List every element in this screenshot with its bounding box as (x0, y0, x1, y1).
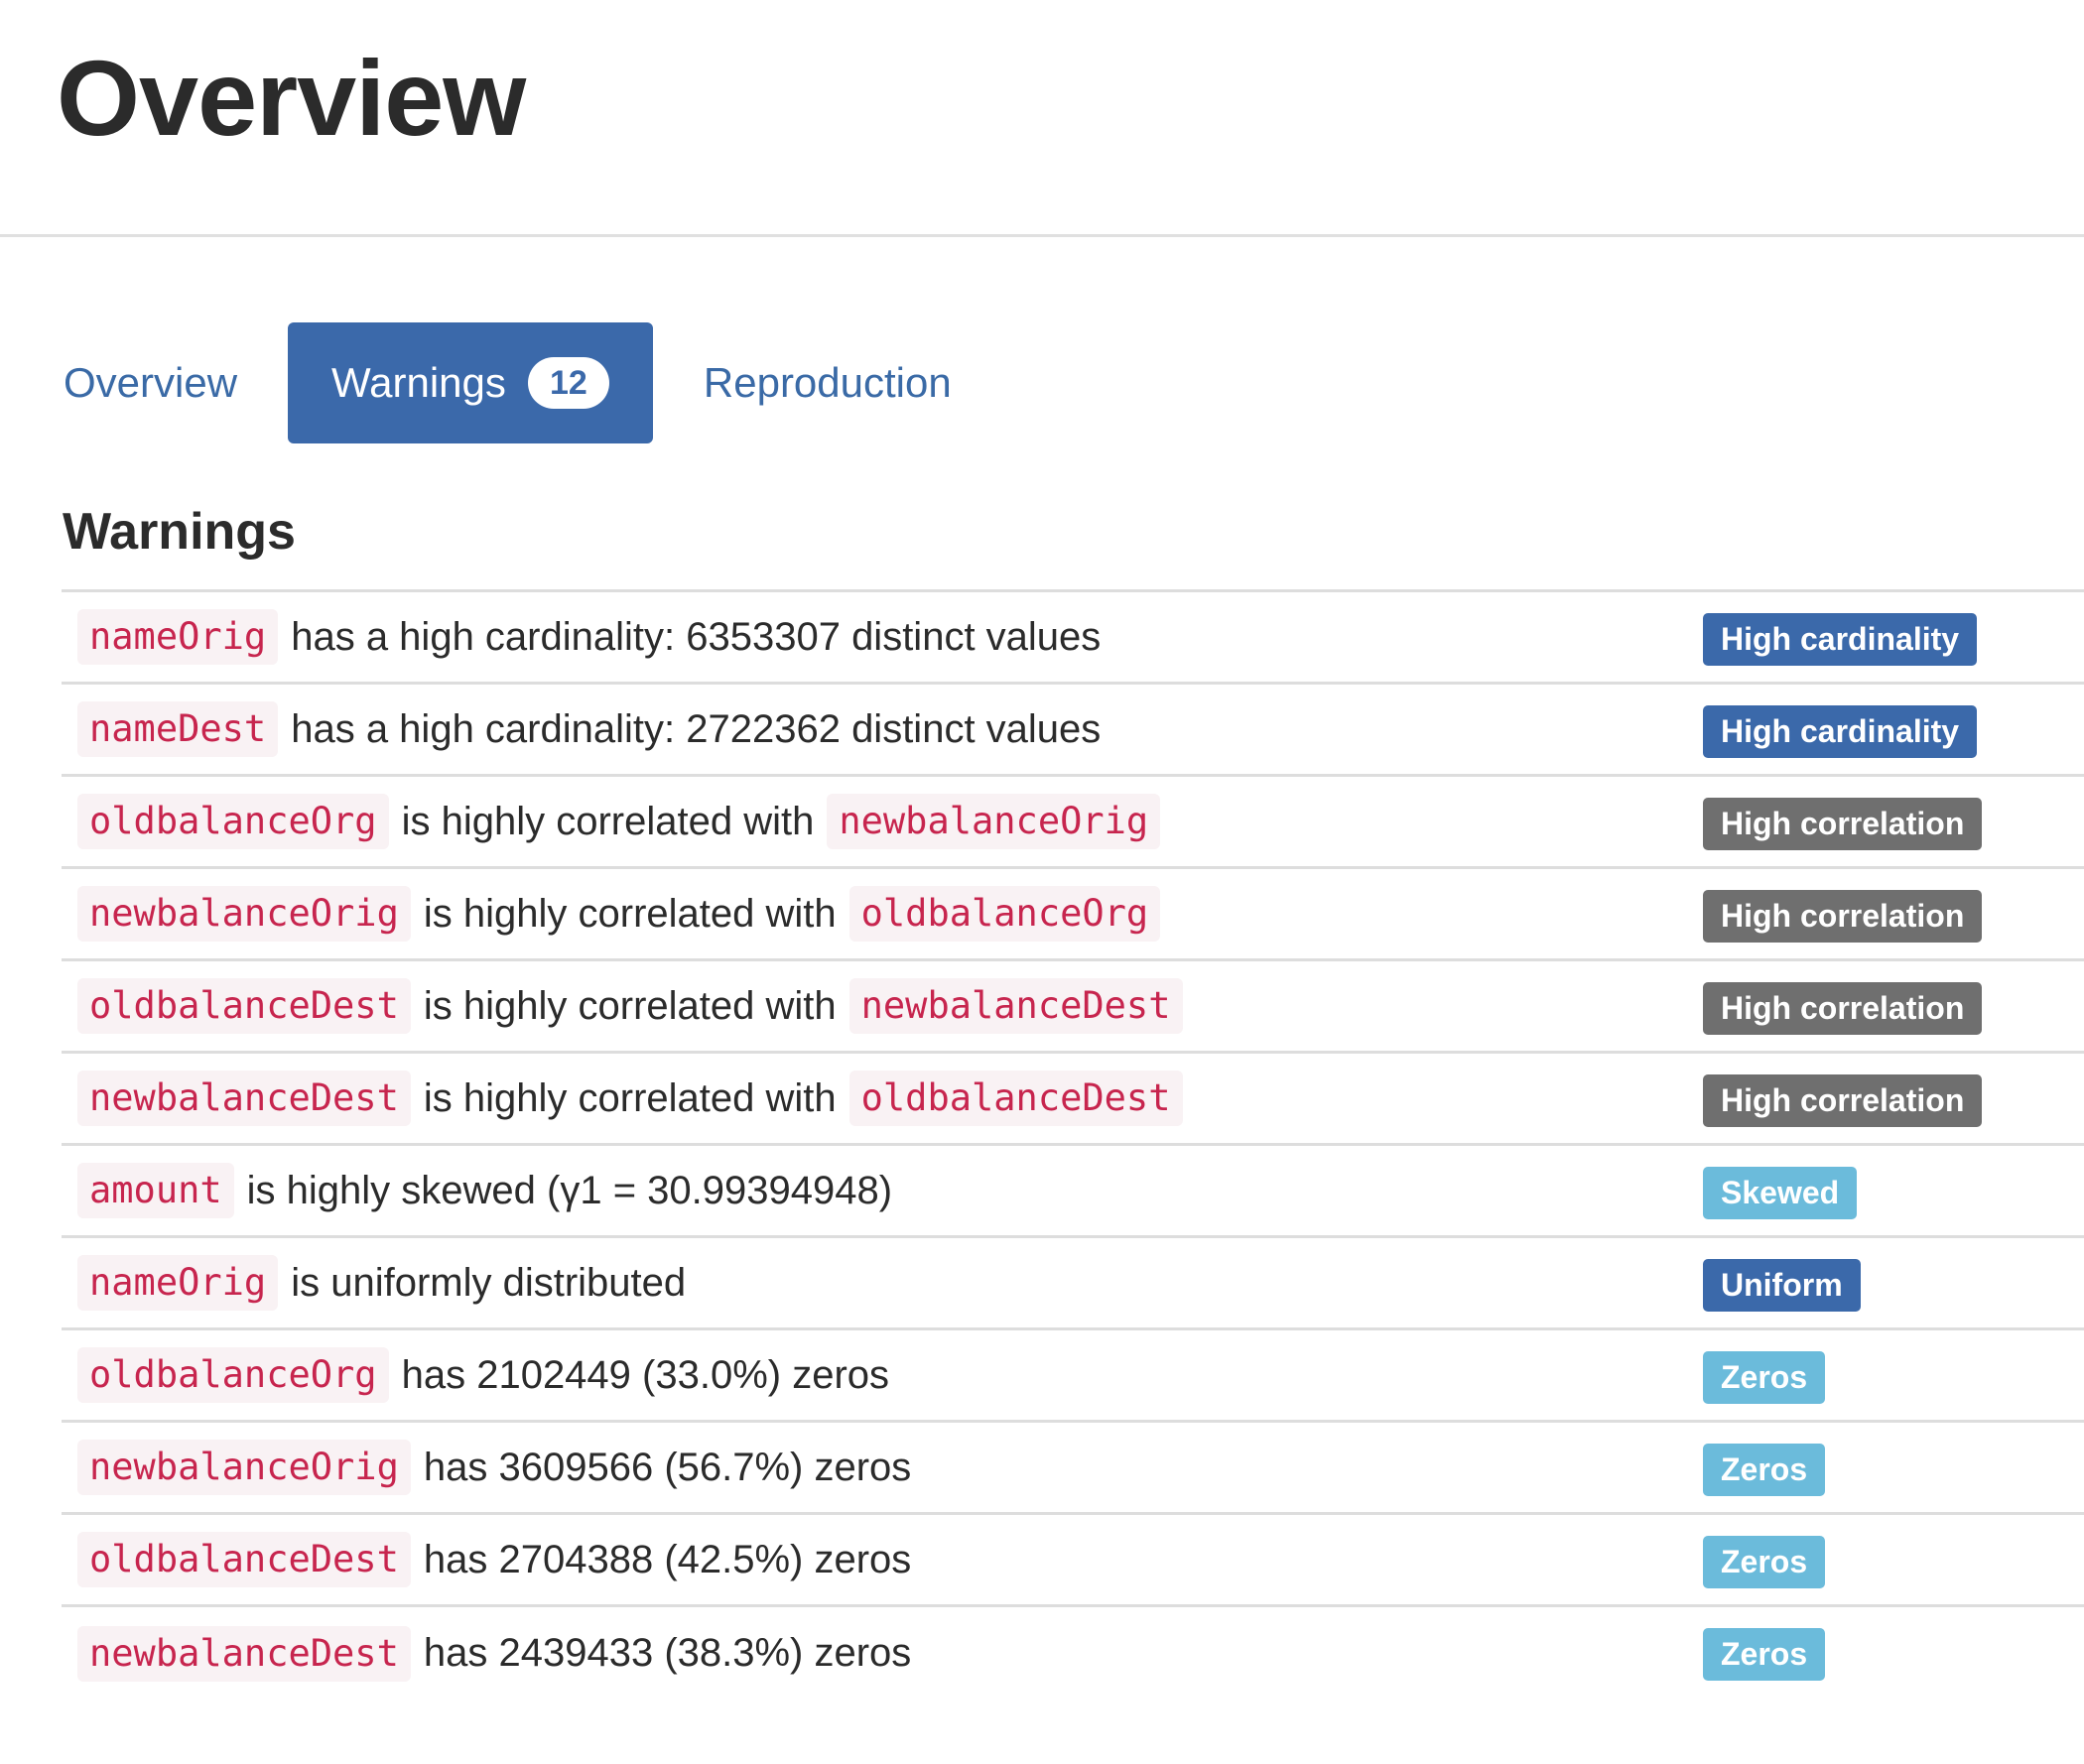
tab-overview[interactable]: Overview (37, 322, 264, 443)
warning-type-badge: Zeros (1703, 1351, 1826, 1404)
warning-type-badge: High correlation (1703, 1074, 1983, 1127)
warning-type-badge: Zeros (1703, 1536, 1826, 1588)
variable-name[interactable]: oldbalanceOrg (77, 1347, 389, 1403)
variable-name[interactable]: oldbalanceOrg (77, 794, 389, 849)
warning-type-badge: High correlation (1703, 982, 1983, 1035)
tab-reproduction-label: Reproduction (703, 359, 952, 406)
warning-row: oldbalanceDest is highly correlated with… (62, 961, 2084, 1054)
warning-row: amount is highly skewed (γ1 = 30.9939494… (62, 1146, 2084, 1238)
warning-type-badge: High cardinality (1703, 613, 1978, 666)
warnings-table: nameOrig has a high cardinality: 6353307… (62, 589, 2084, 1700)
warning-text: is highly correlated with (423, 983, 837, 1028)
variable-name[interactable]: newbalanceDest (77, 1071, 411, 1126)
warning-row: newbalanceOrig has 3609566 (56.7%) zeros… (62, 1423, 2084, 1515)
warning-type-badge: High correlation (1703, 890, 1983, 943)
warning-row: newbalanceDest has 2439433 (38.3%) zeros… (62, 1607, 2084, 1700)
warning-message: newbalanceDest is highly correlated with… (62, 1071, 1183, 1126)
warning-type-badge: High correlation (1703, 798, 1983, 850)
warning-message: newbalanceOrig has 3609566 (56.7%) zeros (62, 1440, 924, 1495)
warning-type-badge: Uniform (1703, 1259, 1861, 1312)
variable-name[interactable]: newbalanceDest (77, 1625, 411, 1682)
warning-text: is highly skewed (γ1 = 30.99394948) (246, 1168, 893, 1212)
warning-text: is highly correlated with (401, 799, 815, 843)
tab-bar: Overview Warnings 12 Reproduction (37, 322, 978, 443)
variable-name[interactable]: nameOrig (77, 609, 279, 665)
warning-message: nameOrig is uniformly distributed (62, 1255, 699, 1311)
warning-type-badge: Zeros (1703, 1628, 1826, 1681)
variable-name[interactable]: nameDest (77, 701, 279, 757)
warning-message: oldbalanceOrg has 2102449 (33.0%) zeros (62, 1347, 902, 1403)
warning-message: nameDest has a high cardinality: 2722362… (62, 701, 1113, 757)
warning-message: newbalanceDest has 2439433 (38.3%) zeros (62, 1625, 924, 1682)
warning-row: newbalanceDest is highly correlated with… (62, 1054, 2084, 1146)
warning-text: is highly correlated with (423, 1075, 837, 1120)
variable-name[interactable]: nameOrig (77, 1255, 279, 1311)
warning-text: has 2704388 (42.5%) zeros (423, 1537, 912, 1581)
warning-row: nameOrig has a high cardinality: 6353307… (62, 592, 2084, 685)
warning-text: is uniformly distributed (291, 1260, 687, 1305)
variable-name[interactable]: amount (77, 1163, 234, 1218)
warning-message: nameOrig has a high cardinality: 6353307… (62, 609, 1113, 665)
section-title: Warnings (63, 503, 296, 561)
warning-row: nameDest has a high cardinality: 2722362… (62, 685, 2084, 777)
tab-warnings-label: Warnings (331, 359, 506, 406)
tab-overview-label: Overview (64, 359, 238, 406)
warning-message: amount is highly skewed (γ1 = 30.9939494… (62, 1163, 905, 1218)
warning-text: has 2439433 (38.3%) zeros (423, 1631, 912, 1675)
variable-name[interactable]: newbalanceOrig (77, 886, 411, 942)
correlated-variable-name[interactable]: newbalanceDest (848, 978, 1183, 1034)
warning-message: oldbalanceOrg is highly correlated with … (62, 794, 1161, 849)
variable-name[interactable]: newbalanceOrig (77, 1440, 411, 1495)
warning-text: has a high cardinality: 6353307 distinct… (291, 614, 1102, 659)
correlated-variable-name[interactable]: oldbalanceDest (848, 1071, 1183, 1126)
warning-row: oldbalanceOrg is highly correlated with … (62, 777, 2084, 869)
warnings-count-badge: 12 (527, 357, 609, 409)
warning-text: has 2102449 (33.0%) zeros (401, 1352, 890, 1397)
warning-message: oldbalanceDest is highly correlated with… (62, 978, 1183, 1034)
warning-message: oldbalanceDest has 2704388 (42.5%) zeros (62, 1532, 924, 1587)
variable-name[interactable]: oldbalanceDest (77, 1532, 411, 1587)
correlated-variable-name[interactable]: newbalanceOrig (827, 794, 1161, 849)
tab-reproduction[interactable]: Reproduction (677, 322, 978, 443)
warning-row: nameOrig is uniformly distributed Unifor… (62, 1238, 2084, 1330)
variable-name[interactable]: oldbalanceDest (77, 978, 411, 1034)
warning-row: oldbalanceOrg has 2102449 (33.0%) zeros … (62, 1330, 2084, 1423)
warning-row: oldbalanceDest has 2704388 (42.5%) zeros… (62, 1515, 2084, 1607)
warning-type-badge: Zeros (1703, 1444, 1826, 1496)
warning-type-badge: High cardinality (1703, 705, 1978, 758)
warning-row: newbalanceOrig is highly correlated with… (62, 869, 2084, 961)
warning-message: newbalanceOrig is highly correlated with… (62, 886, 1161, 942)
page-title: Overview (57, 38, 526, 158)
tab-warnings[interactable]: Warnings 12 (288, 322, 653, 443)
warning-text: has a high cardinality: 2722362 distinct… (291, 706, 1102, 751)
warning-type-badge: Skewed (1703, 1167, 1858, 1219)
warning-text: is highly correlated with (423, 891, 837, 936)
correlated-variable-name[interactable]: oldbalanceOrg (848, 886, 1161, 942)
page-header: Overview (0, 0, 2084, 237)
warning-text: has 3609566 (56.7%) zeros (423, 1445, 912, 1489)
